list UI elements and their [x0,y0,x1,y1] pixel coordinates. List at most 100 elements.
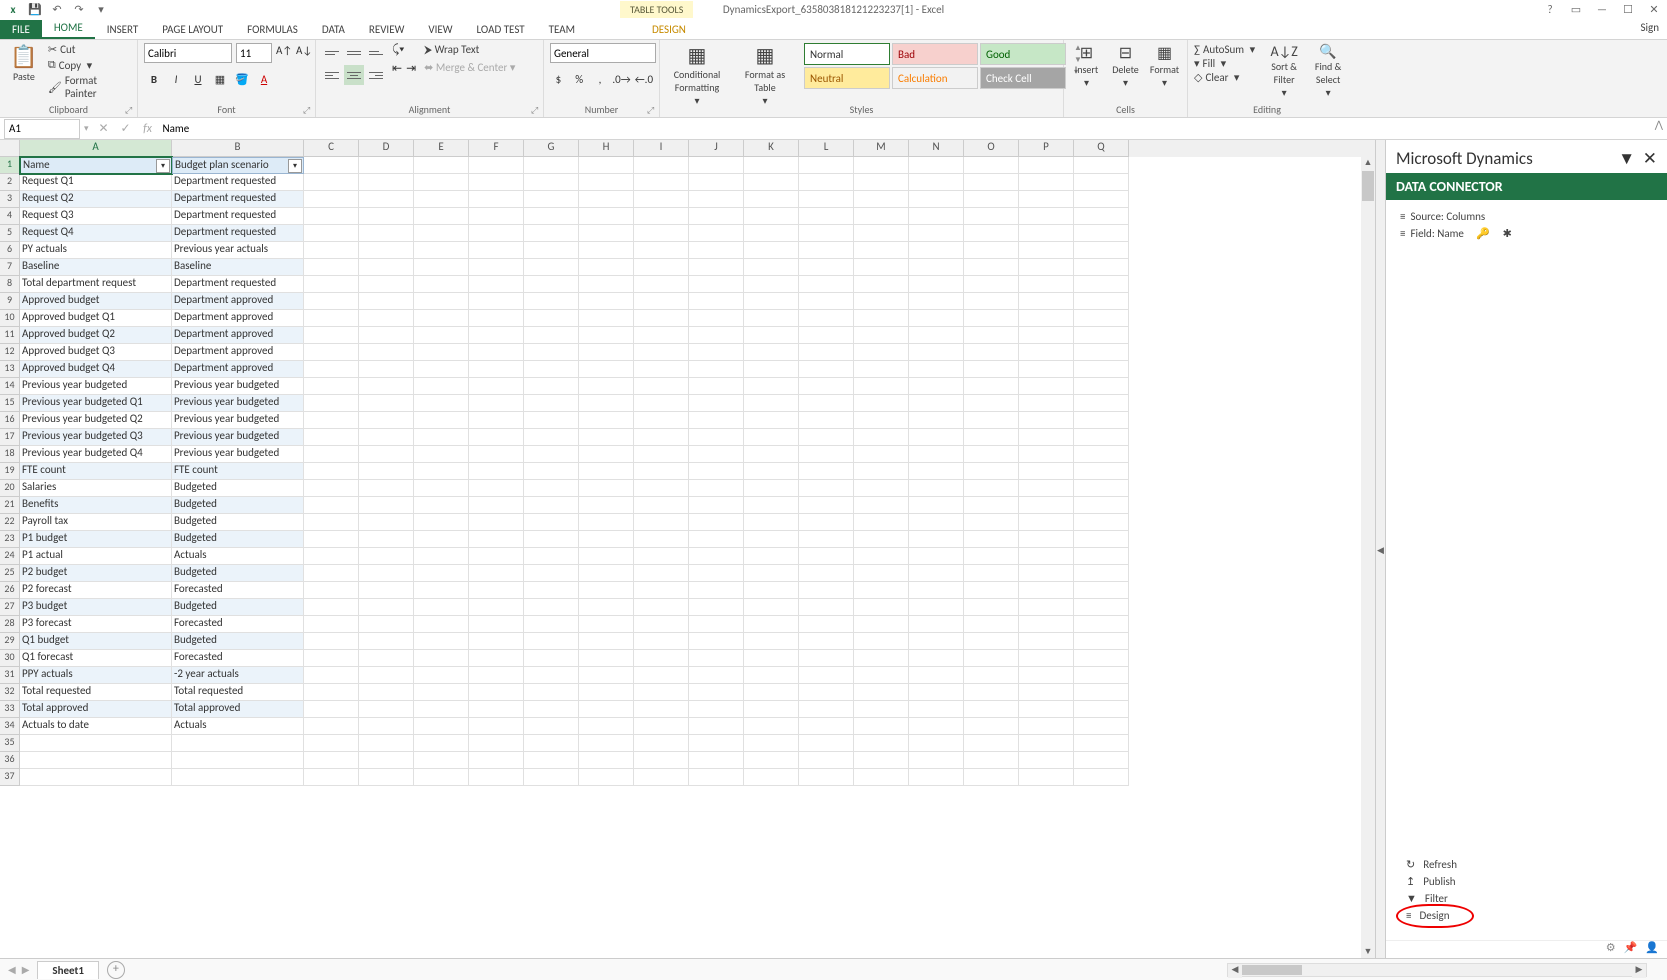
cell-D12[interactable] [359,344,414,361]
cell-P27[interactable] [1019,599,1074,616]
cell-P36[interactable] [1019,752,1074,769]
cell-O11[interactable] [964,327,1019,344]
comma-button[interactable]: , [592,69,609,89]
cell-K17[interactable] [744,429,799,446]
cell-C37[interactable] [304,769,359,786]
cell-G18[interactable] [524,446,579,463]
cell-J34[interactable] [689,718,744,735]
cell-I15[interactable] [634,395,689,412]
cell-E7[interactable] [414,259,469,276]
cell-C5[interactable] [304,225,359,242]
cell-K11[interactable] [744,327,799,344]
cell-A5[interactable]: Request Q4 [20,225,172,242]
cell-G17[interactable] [524,429,579,446]
cell-M30[interactable] [854,650,909,667]
maximize-icon[interactable]: ☐ [1619,0,1637,18]
cell-O24[interactable] [964,548,1019,565]
cell-P26[interactable] [1019,582,1074,599]
cell-F1[interactable] [469,157,524,174]
cell-O27[interactable] [964,599,1019,616]
cell-N32[interactable] [909,684,964,701]
cell-O12[interactable] [964,344,1019,361]
cell-C4[interactable] [304,208,359,225]
cell-C13[interactable] [304,361,359,378]
cell-C22[interactable] [304,514,359,531]
cell-N24[interactable] [909,548,964,565]
cell-I6[interactable] [634,242,689,259]
hscroll-thumb[interactable] [1242,965,1302,975]
cell-C11[interactable] [304,327,359,344]
cell-A19[interactable]: FTE count [20,463,172,480]
cell-C25[interactable] [304,565,359,582]
cell-F11[interactable] [469,327,524,344]
cell-N21[interactable] [909,497,964,514]
cell-N31[interactable] [909,667,964,684]
cell-H20[interactable] [579,480,634,497]
row-header-10[interactable]: 10 [0,310,20,327]
cell-N15[interactable] [909,395,964,412]
cell-K24[interactable] [744,548,799,565]
cell-I11[interactable] [634,327,689,344]
cell-M36[interactable] [854,752,909,769]
cell-C16[interactable] [304,412,359,429]
redo-icon[interactable]: ↷ [70,0,88,18]
cell-P3[interactable] [1019,191,1074,208]
cell-F15[interactable] [469,395,524,412]
row-header-4[interactable]: 4 [0,208,20,225]
fill-button[interactable]: ▾Fill ▾ [1194,57,1255,70]
cell-I16[interactable] [634,412,689,429]
cell-F10[interactable] [469,310,524,327]
cell-C23[interactable] [304,531,359,548]
cell-E29[interactable] [414,633,469,650]
cell-G1[interactable] [524,157,579,174]
cell-B14[interactable]: Previous year budgeted [172,378,304,395]
cell-O25[interactable] [964,565,1019,582]
cell-P18[interactable] [1019,446,1074,463]
cell-G10[interactable] [524,310,579,327]
cell-O6[interactable] [964,242,1019,259]
cell-G2[interactable] [524,174,579,191]
scroll-right-icon[interactable]: ▶ [1632,964,1646,978]
cell-C20[interactable] [304,480,359,497]
cell-I17[interactable] [634,429,689,446]
align-center-button[interactable] [344,65,364,85]
orientation-button[interactable]: ⤹▾ [392,43,416,57]
cell-N6[interactable] [909,242,964,259]
cell-J24[interactable] [689,548,744,565]
cell-E9[interactable] [414,293,469,310]
cell-J21[interactable] [689,497,744,514]
cell-N34[interactable] [909,718,964,735]
cell-A30[interactable]: Q1 forecast [20,650,172,667]
col-header-H[interactable]: H [579,140,634,157]
cell-Q25[interactable] [1074,565,1129,582]
cell-K21[interactable] [744,497,799,514]
cell-B34[interactable]: Actuals [172,718,304,735]
cell-E15[interactable] [414,395,469,412]
scroll-left-icon[interactable]: ◀ [1228,964,1242,978]
cell-N10[interactable] [909,310,964,327]
tab-load-test[interactable]: LOAD TEST [465,20,537,39]
cell-J1[interactable] [689,157,744,174]
cell-F6[interactable] [469,242,524,259]
cell-N28[interactable] [909,616,964,633]
cell-N30[interactable] [909,650,964,667]
cell-P28[interactable] [1019,616,1074,633]
cell-B7[interactable]: Baseline [172,259,304,276]
cell-I33[interactable] [634,701,689,718]
cell-E31[interactable] [414,667,469,684]
cell-I34[interactable] [634,718,689,735]
cell-M35[interactable] [854,735,909,752]
cell-L33[interactable] [799,701,854,718]
cell-E19[interactable] [414,463,469,480]
cell-G9[interactable] [524,293,579,310]
cell-O21[interactable] [964,497,1019,514]
tab-insert[interactable]: INSERT [95,20,151,39]
cell-D34[interactable] [359,718,414,735]
find-select-button[interactable]: 🔍Find & Select▾ [1309,43,1347,99]
cell-D24[interactable] [359,548,414,565]
cell-A36[interactable] [20,752,172,769]
cell-L30[interactable] [799,650,854,667]
cell-Q11[interactable] [1074,327,1129,344]
cell-Q26[interactable] [1074,582,1129,599]
row-header-8[interactable]: 8 [0,276,20,293]
